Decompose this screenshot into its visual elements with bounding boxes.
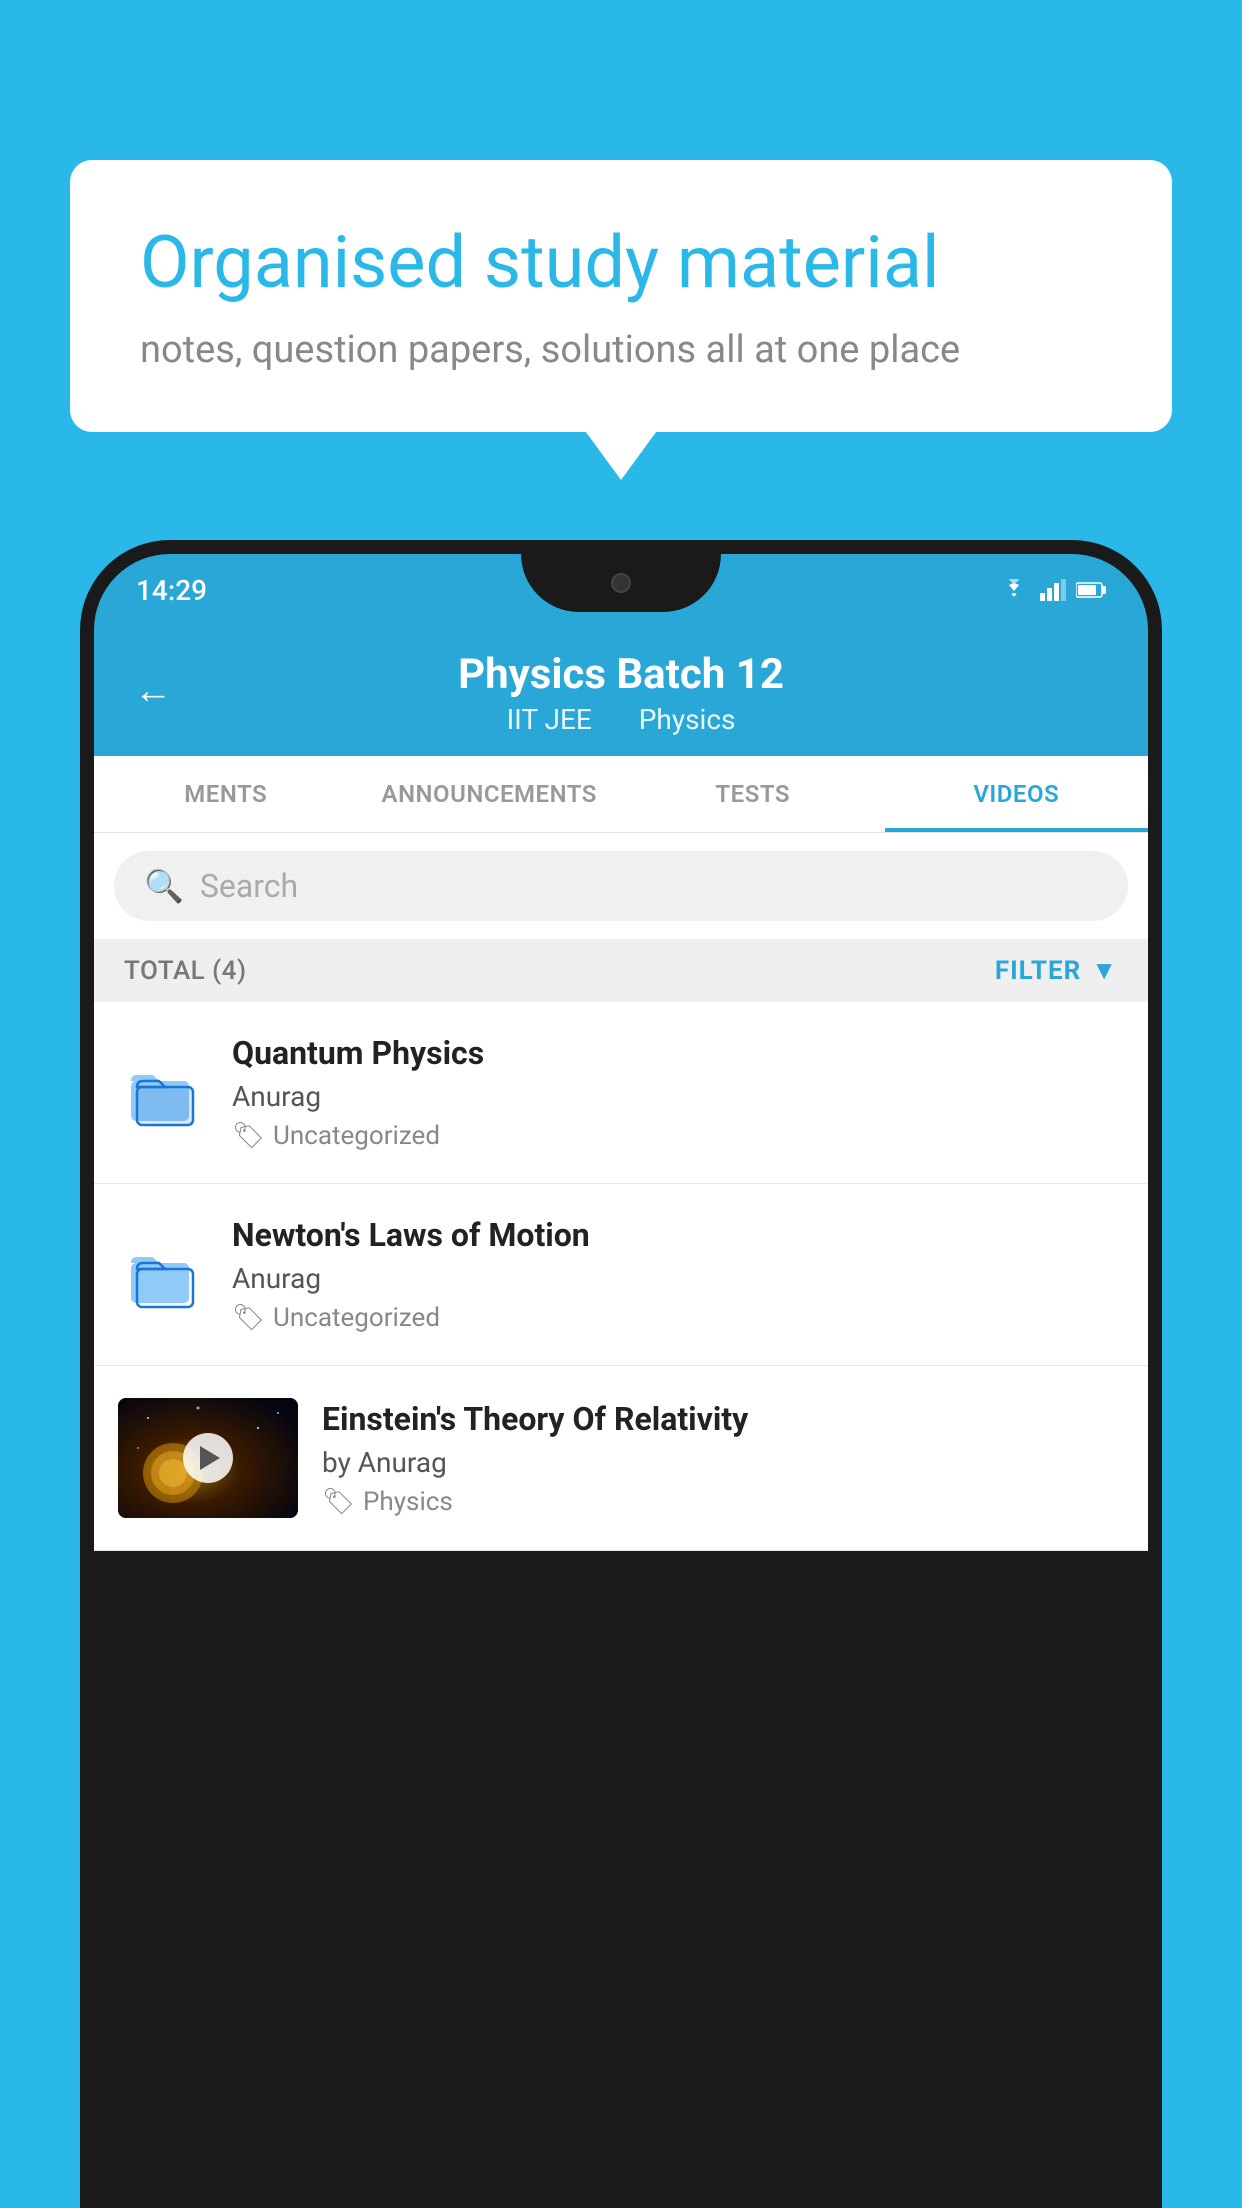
- tab-videos[interactable]: VIDEOS: [885, 756, 1149, 832]
- search-placeholder: Search: [200, 867, 298, 905]
- video-list: Quantum Physics Anurag 🏷 Uncategorized: [94, 1002, 1148, 1551]
- video-info: Einstein's Theory Of Relativity by Anura…: [322, 1400, 1124, 1517]
- search-icon: 🔍: [144, 867, 184, 905]
- video-title: Newton's Laws of Motion: [232, 1216, 1124, 1254]
- camera-dot: [611, 573, 631, 593]
- tab-ments[interactable]: MENTS: [94, 756, 358, 832]
- video-title: Quantum Physics: [232, 1034, 1124, 1072]
- app-header: ← Physics Batch 12 IIT JEE Physics: [94, 626, 1148, 756]
- status-time: 14:29: [136, 574, 207, 607]
- tab-announcements[interactable]: ANNOUNCEMENTS: [358, 756, 622, 832]
- filter-label: FILTER: [995, 956, 1081, 986]
- wifi-icon: [998, 579, 1030, 601]
- video-info: Newton's Laws of Motion Anurag 🏷 Uncateg…: [232, 1216, 1124, 1333]
- phone-frame: 14:29: [80, 540, 1162, 2208]
- play-button[interactable]: [183, 1433, 233, 1483]
- signal-icon: [1040, 579, 1066, 601]
- phone-inner: 14:29: [94, 554, 1148, 2208]
- subtitle-part1: IIT JEE: [507, 703, 592, 736]
- video-author: Anurag: [232, 1262, 1124, 1295]
- list-item[interactable]: Newton's Laws of Motion Anurag 🏷 Uncateg…: [94, 1184, 1148, 1366]
- list-item[interactable]: Einstein's Theory Of Relativity by Anura…: [94, 1366, 1148, 1551]
- tag-icon: 🏷: [232, 1303, 265, 1333]
- search-bar[interactable]: 🔍 Search: [114, 851, 1128, 921]
- notch: [521, 554, 721, 612]
- speech-bubble-container: Organised study material notes, question…: [70, 160, 1172, 432]
- filter-icon: ▼: [1091, 955, 1118, 986]
- video-author: Anurag: [232, 1080, 1124, 1113]
- total-count: TOTAL (4): [124, 956, 247, 986]
- tab-tests[interactable]: TESTS: [621, 756, 885, 832]
- video-author: by Anurag: [322, 1446, 1124, 1479]
- thumbnail-bg: [118, 1398, 298, 1518]
- tag-label: Uncategorized: [273, 1121, 440, 1151]
- status-bar: 14:29: [94, 554, 1148, 626]
- video-thumbnail: [118, 1398, 298, 1518]
- bubble-title: Organised study material: [140, 220, 1102, 306]
- status-icons: [998, 579, 1106, 601]
- play-triangle-icon: [200, 1446, 220, 1470]
- tag-icon: 🏷: [232, 1121, 265, 1151]
- speech-bubble: Organised study material notes, question…: [70, 160, 1172, 432]
- battery-icon: [1076, 581, 1106, 599]
- video-info: Quantum Physics Anurag 🏷 Uncategorized: [232, 1034, 1124, 1151]
- list-item[interactable]: Quantum Physics Anurag 🏷 Uncategorized: [94, 1002, 1148, 1184]
- tag-icon: 🏷: [322, 1487, 355, 1517]
- folder-icon: [118, 1230, 208, 1320]
- back-button[interactable]: ←: [134, 669, 172, 713]
- video-tag: 🏷 Uncategorized: [232, 1303, 1124, 1333]
- bubble-subtitle: notes, question papers, solutions all at…: [140, 328, 1102, 372]
- filter-button[interactable]: FILTER ▼: [995, 955, 1118, 986]
- header-subtitle: IIT JEE Physics: [134, 703, 1108, 736]
- tag-label: Uncategorized: [273, 1303, 440, 1333]
- header-title: Physics Batch 12: [134, 650, 1108, 699]
- tabs-bar: MENTS ANNOUNCEMENTS TESTS VIDEOS: [94, 756, 1148, 833]
- video-tag: 🏷 Physics: [322, 1487, 1124, 1517]
- video-tag: 🏷 Uncategorized: [232, 1121, 1124, 1151]
- tag-label: Physics: [363, 1487, 453, 1517]
- video-title: Einstein's Theory Of Relativity: [322, 1400, 1124, 1438]
- screen-content: 🔍 Search TOTAL (4) FILTER ▼: [94, 833, 1148, 1551]
- subtitle-part2: Physics: [639, 703, 736, 736]
- filter-bar: TOTAL (4) FILTER ▼: [94, 939, 1148, 1002]
- folder-icon: [118, 1048, 208, 1138]
- search-bar-container: 🔍 Search: [94, 833, 1148, 939]
